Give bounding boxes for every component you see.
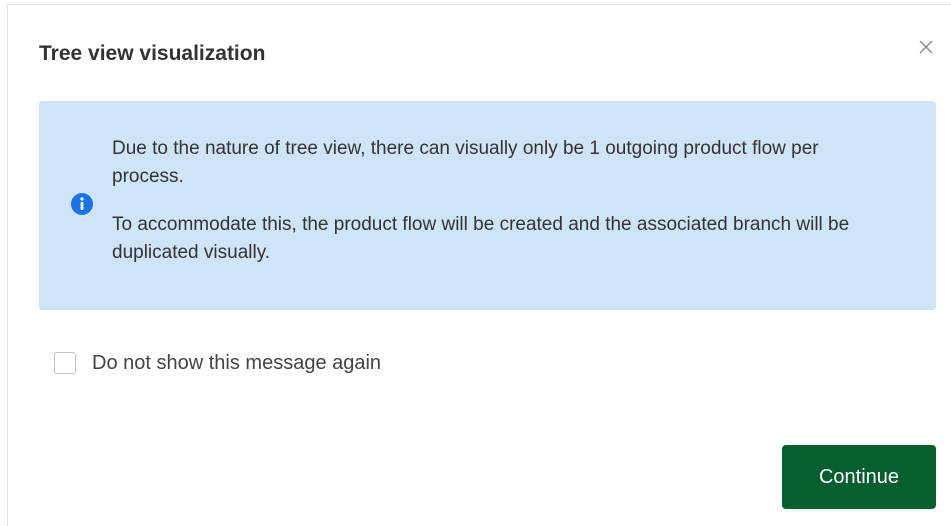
- info-icon: [71, 193, 93, 215]
- continue-button[interactable]: Continue: [782, 445, 936, 509]
- info-paragraph-2: To accommodate this, the product flow wi…: [112, 214, 850, 263]
- info-message-box: Due to the nature of tree view, there ca…: [39, 101, 936, 310]
- info-message-text: Due to the nature of tree view, there ca…: [112, 135, 892, 267]
- dialog-title: Tree view visualization: [39, 42, 266, 65]
- info-paragraph-1: Due to the nature of tree view, there ca…: [112, 138, 819, 187]
- dont-show-again-checkbox[interactable]: [54, 352, 76, 374]
- dont-show-again-option[interactable]: Do not show this message again: [54, 351, 381, 375]
- dont-show-again-label[interactable]: Do not show this message again: [92, 351, 381, 375]
- close-icon: [914, 35, 938, 59]
- close-button[interactable]: [914, 35, 938, 59]
- tree-view-dialog: Tree view visualization Due to the natur…: [7, 4, 951, 526]
